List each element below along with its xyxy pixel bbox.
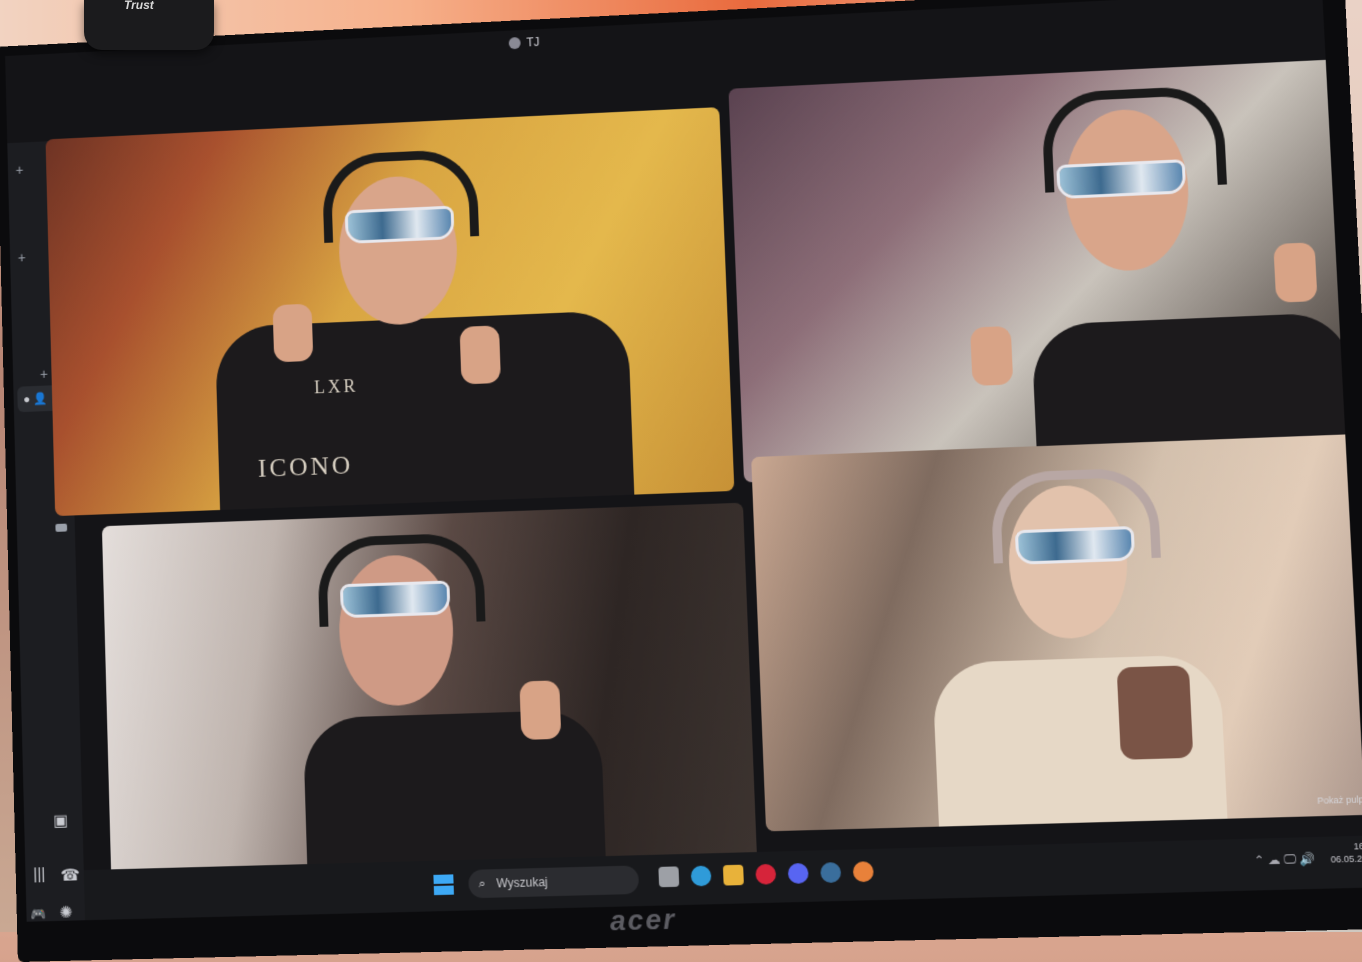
add-icon[interactable]: + <box>15 162 23 178</box>
tray-icons[interactable]: ⌃ ☁ 🖵 🔊 <box>1254 852 1316 869</box>
video-tile[interactable] <box>728 58 1362 483</box>
screen-share-icon[interactable]: ▣ <box>53 811 68 831</box>
channel-icon <box>508 36 521 50</box>
thumbs-up <box>459 325 501 385</box>
opera-icon[interactable] <box>755 863 777 885</box>
activity-icon[interactable]: ✺ <box>59 903 73 922</box>
taskbar-search[interactable]: ⌕ Wyszukaj <box>468 865 640 899</box>
sunglasses <box>342 583 448 616</box>
add-icon[interactable]: + <box>18 249 26 265</box>
file-explorer-icon[interactable] <box>722 864 744 886</box>
call-title-text: TJ <box>526 35 540 50</box>
shirt-text: ICONO <box>257 450 354 483</box>
webcam: Trust <box>84 0 214 50</box>
overwatch-icon[interactable] <box>852 861 874 883</box>
steam-icon[interactable] <box>820 862 842 884</box>
video-tile[interactable] <box>751 433 1362 832</box>
search-placeholder: Wyszukaj <box>496 874 548 891</box>
monitor: TJ + + + ● 👤 ··· ▣ ||| ☎ 🎮 ✺ ICONO LXR P… <box>0 0 1362 962</box>
clock-date: 06.05.2023 <box>1330 853 1362 865</box>
sunglasses <box>1059 162 1184 196</box>
soundboard-icon[interactable]: ||| <box>33 866 46 884</box>
camera-icon[interactable] <box>55 523 68 532</box>
thumbs-up <box>519 680 562 740</box>
call-title: TJ <box>508 35 540 50</box>
sunglasses <box>1018 529 1133 562</box>
discord-icon[interactable] <box>787 862 809 884</box>
activity-icon[interactable]: 🎮 <box>30 906 46 922</box>
shirt-text: LXR <box>313 375 359 398</box>
video-tile[interactable]: ICONO LXR <box>45 107 735 517</box>
disconnect-icon[interactable]: ☎ <box>60 865 80 886</box>
screen: TJ + + + ● 👤 ··· ▣ ||| ☎ 🎮 ✺ ICONO LXR P… <box>5 0 1362 922</box>
windows-start-icon[interactable] <box>433 874 454 896</box>
phone <box>1116 665 1194 760</box>
clock-time: 16:28 <box>1353 840 1362 852</box>
sunglasses <box>347 208 452 241</box>
show-desktop-label[interactable]: Pokaż pulpit <box>1317 794 1362 806</box>
thumbs-up <box>272 303 314 363</box>
search-icon: ⌕ <box>478 875 487 891</box>
thumbs-up <box>1273 242 1318 303</box>
edge-icon[interactable] <box>690 865 712 887</box>
webcam-brand: Trust <box>124 0 154 12</box>
monitor-brand: acer <box>609 903 677 937</box>
clock[interactable]: 16:28 06.05.2023 <box>1330 840 1362 866</box>
thumbs-up <box>970 325 1014 386</box>
add-icon[interactable]: + <box>40 366 48 382</box>
task-view-icon[interactable] <box>658 866 680 888</box>
